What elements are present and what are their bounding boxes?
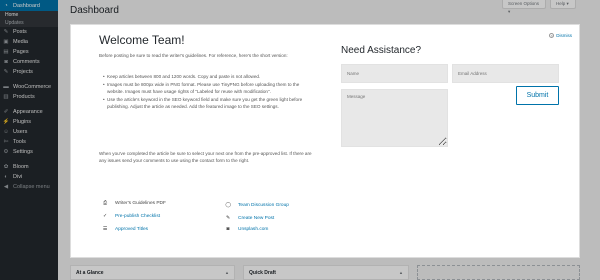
close-icon: ✕	[549, 33, 555, 38]
guideline-item: Images must be 800px wide in PNG format.…	[103, 81, 317, 95]
checklist-link[interactable]: ✓ Pre-publish Checklist	[101, 212, 160, 220]
name-field[interactable]	[341, 64, 448, 83]
unsplash-link[interactable]: ◙ Unsplash.com	[224, 225, 269, 233]
approved-titles-link[interactable]: ☰ Approved Titles	[101, 225, 148, 233]
link-label: Team Discussion Group	[238, 202, 289, 208]
link-label: Writer's Guidelines PDF	[115, 200, 166, 206]
dismiss-label: Dismiss	[556, 33, 572, 38]
guideline-item: Use the article's keyword in the SEO key…	[103, 96, 317, 110]
welcome-panel: ✕ Dismiss Welcome Team! Before posting b…	[70, 24, 580, 258]
discussion-group-link[interactable]: ◯ Team Discussion Group	[224, 201, 289, 209]
link-label: Unsplash.com	[238, 226, 269, 232]
email-field[interactable]	[452, 64, 559, 83]
welcome-closing: When you've completed the article be sur…	[99, 151, 312, 163]
checklist-icon: ✓	[102, 213, 108, 219]
camera-icon: ◙	[226, 226, 230, 232]
edit-icon: ✎	[225, 215, 231, 221]
link-label: Approved Titles	[115, 226, 149, 232]
welcome-title: Welcome Team!	[99, 33, 185, 47]
assistance-title: Need Assistance?	[341, 45, 422, 56]
guideline-item: Keep articles between 800 and 1200 words…	[103, 73, 317, 80]
create-post-link[interactable]: ✎ Create New Post	[224, 214, 274, 222]
writers-guidelines-link[interactable]: ⎙ Writer's Guidelines PDF	[101, 199, 166, 207]
link-label: Pre-publish Checklist	[115, 213, 161, 219]
link-label: Create New Post	[238, 215, 275, 221]
list-icon: ☰	[102, 226, 108, 232]
dismiss-link[interactable]: ✕ Dismiss	[549, 33, 572, 38]
submit-button[interactable]: Submit	[516, 86, 559, 105]
message-field[interactable]	[341, 89, 448, 147]
pdf-file-icon: ⎙	[103, 201, 107, 206]
guidelines-list: Keep articles between 800 and 1200 words…	[103, 73, 317, 111]
chat-bubble-icon: ◯	[225, 202, 231, 208]
welcome-intro: Before posting be sure to read the write…	[99, 53, 288, 58]
